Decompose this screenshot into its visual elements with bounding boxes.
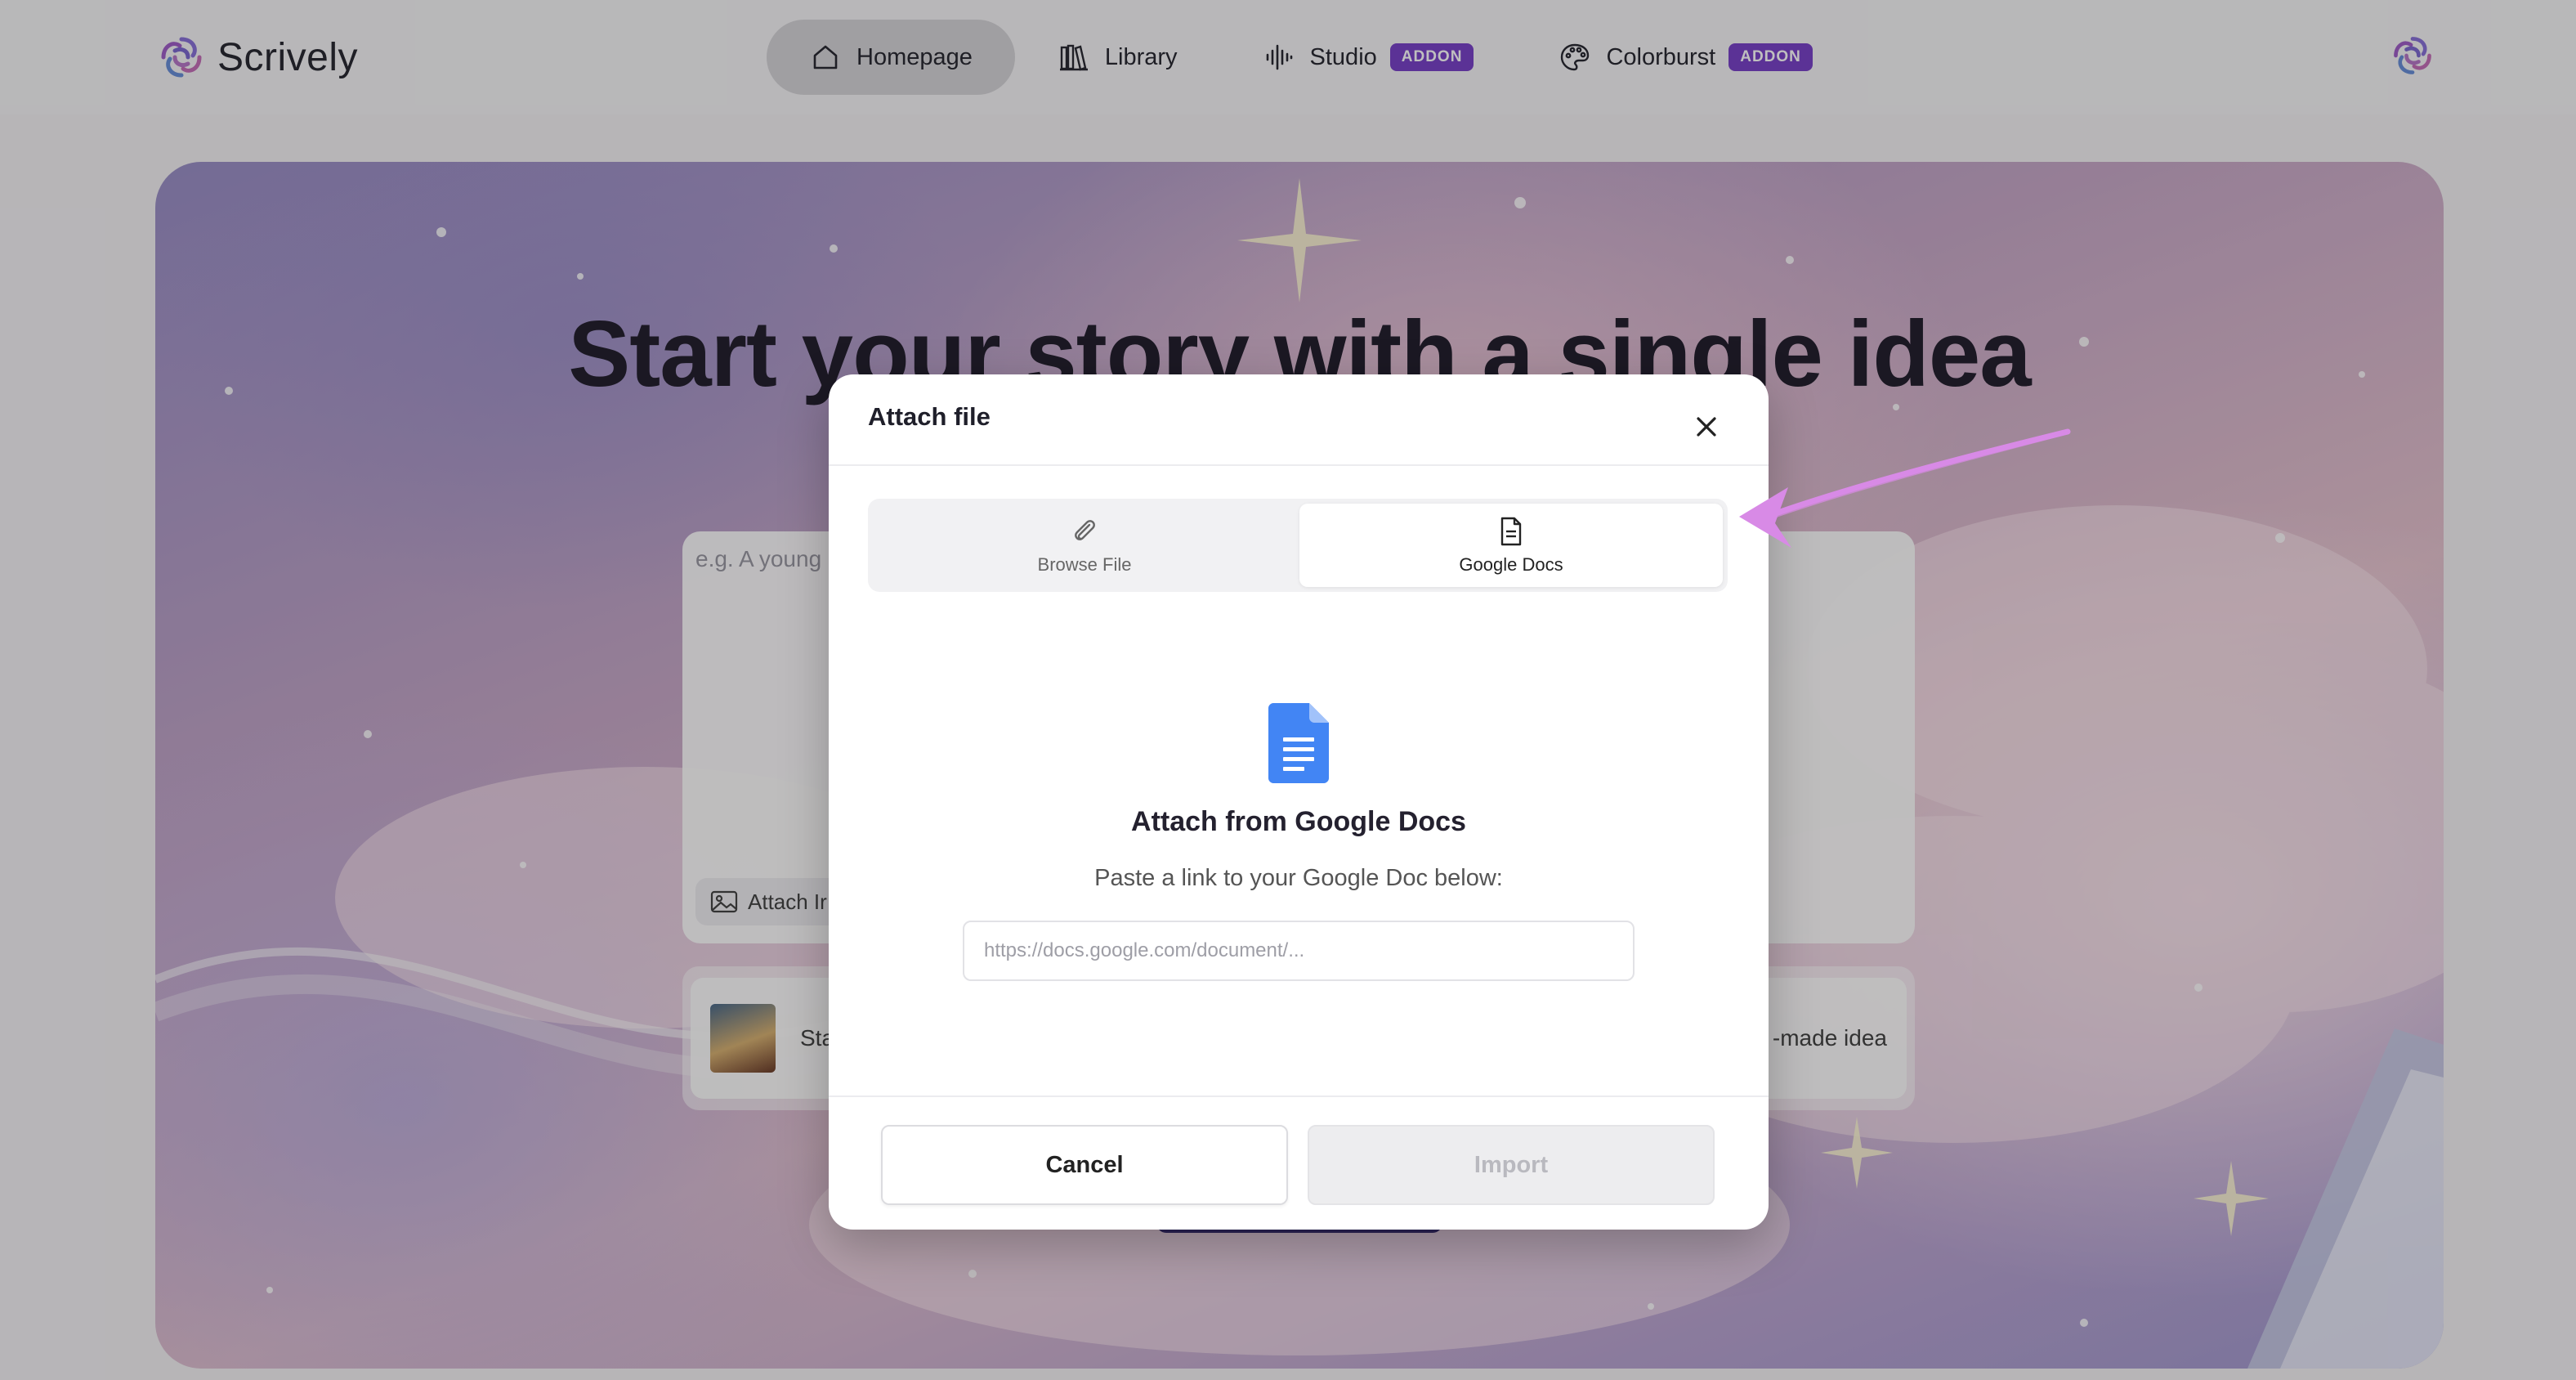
annotation-arrow-icon bbox=[1739, 428, 2071, 548]
